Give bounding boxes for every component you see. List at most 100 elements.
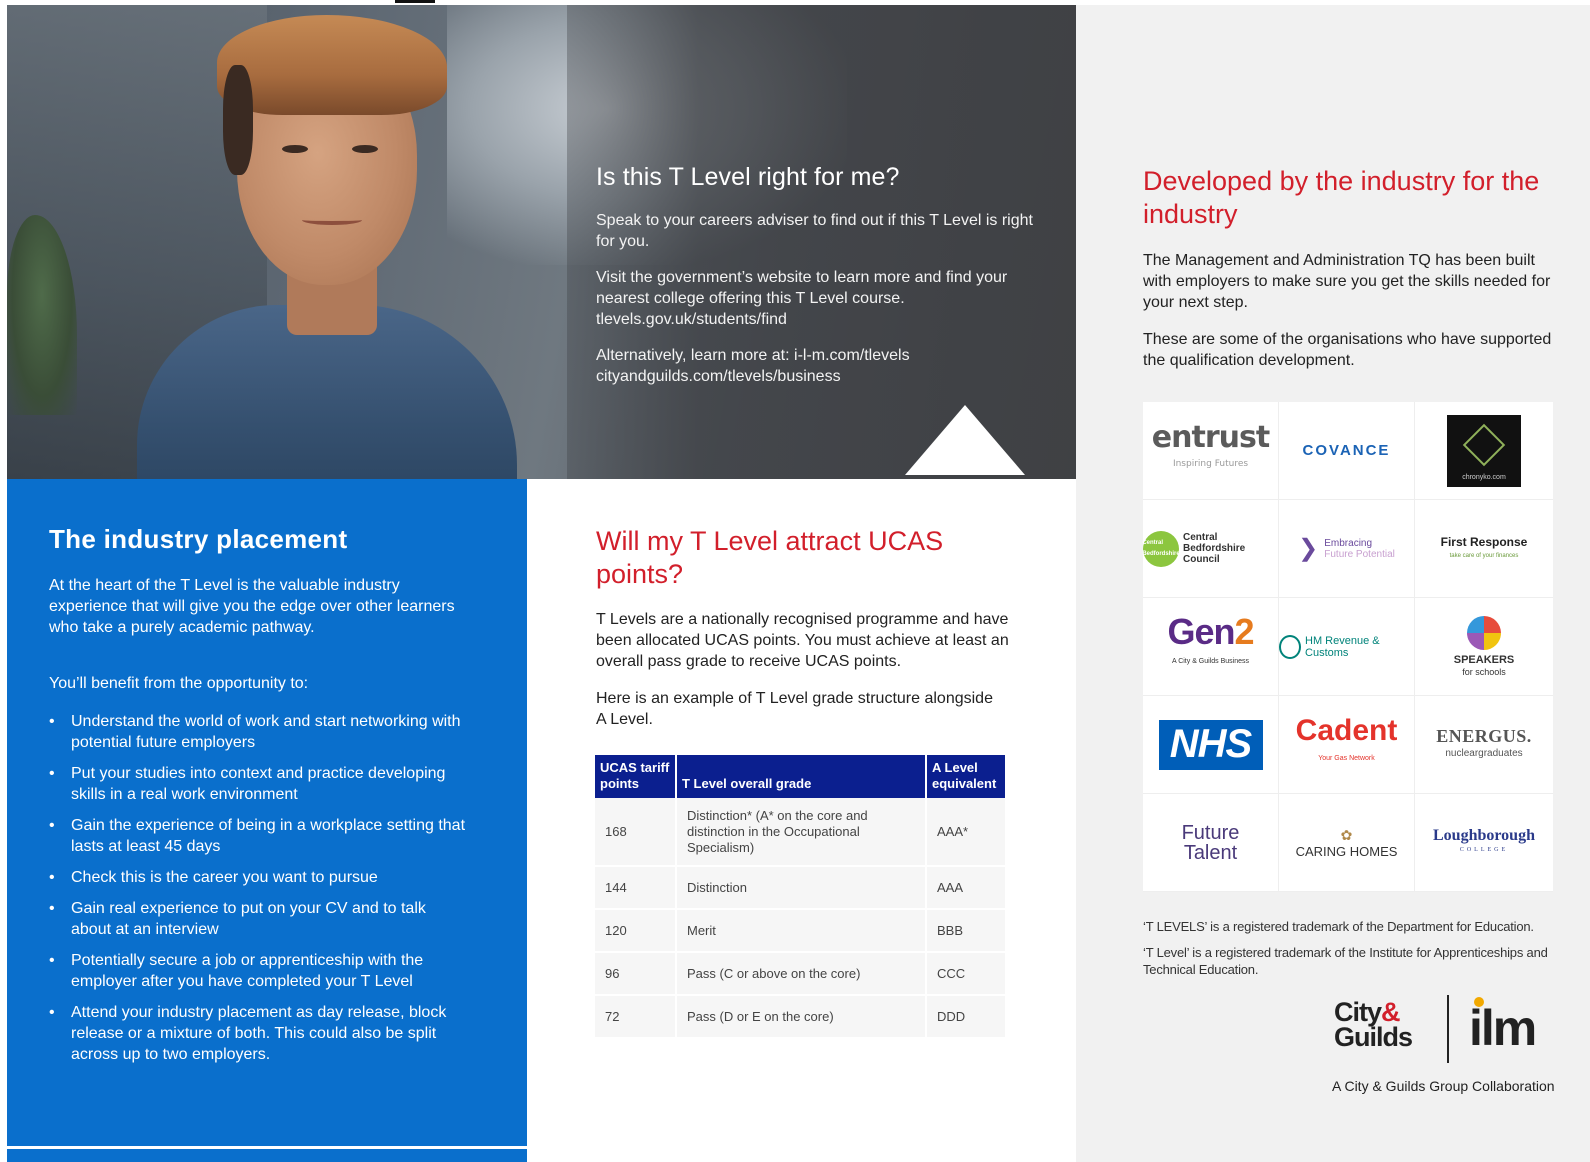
gen2-tagline: A City & Guilds Business bbox=[1171, 657, 1249, 665]
trademark-notes: ‘T LEVELS’ is a registered trademark of … bbox=[1143, 918, 1553, 987]
speakers-tagline: for schools bbox=[1462, 666, 1506, 677]
is-this-right-heading: Is this T Level right for me? bbox=[596, 163, 900, 191]
cell-alevel-equivalent: AAA* bbox=[926, 798, 1005, 867]
list-item-text: Check this is the career you want to pur… bbox=[71, 869, 378, 886]
logo-embracing-future-potential: ❯ Embracing Future Potential bbox=[1279, 500, 1415, 598]
future-talent-wordmark: Future Talent bbox=[1181, 821, 1240, 864]
list-item: • Check this is the career you want to pu… bbox=[49, 867, 469, 888]
list-item-text: Gain real experience to put on your CV a… bbox=[71, 900, 426, 938]
list-item-text: Understand the world of work and start n… bbox=[71, 713, 461, 751]
cadent-wordmark: Cadent bbox=[1295, 713, 1398, 747]
placement-heading: The industry placement bbox=[49, 524, 348, 554]
ilm-logo: ilm bbox=[1469, 1000, 1537, 1056]
cell-alevel-equivalent: BBB bbox=[926, 909, 1005, 953]
table-row: 144 Distinction AAA bbox=[595, 866, 1005, 910]
bullet-icon: • bbox=[49, 952, 55, 969]
learn-more-paragraph: Alternatively, learn more at: i-l-m.com/… bbox=[596, 347, 910, 385]
hmrc-wordmark: HM Revenue & Customs bbox=[1305, 634, 1380, 659]
cell-alevel-equivalent: CCC bbox=[926, 952, 1005, 996]
table-row: 96 Pass (C or above on the core) CCC bbox=[595, 952, 1005, 996]
logo-energus: ENERGUS. nucleargraduates bbox=[1415, 696, 1553, 794]
government-website-paragraph: Visit the government’s website to learn … bbox=[596, 269, 1008, 328]
crown-crest-icon bbox=[1279, 634, 1302, 659]
list-item-text: Attend your industry placement as day re… bbox=[71, 1004, 447, 1063]
ucas-section: Will my T Level attract UCAS points? T L… bbox=[527, 479, 1076, 1162]
logo-entrust: entrust Inspiring Futures bbox=[1143, 402, 1279, 500]
gen2-wordmark-2: 2 bbox=[1234, 610, 1254, 652]
cell-tlevel-grade: Distinction bbox=[676, 866, 927, 910]
logo-covance: COVANCE bbox=[1279, 402, 1415, 500]
cell-alevel-equivalent: AAA bbox=[926, 866, 1005, 910]
bullet-icon: • bbox=[49, 713, 55, 730]
industry-column: Developed by the industry for the indust… bbox=[1076, 5, 1590, 1162]
portrait-eye-left bbox=[282, 145, 308, 153]
placement-benefit-list: • Understand the world of work and start … bbox=[49, 711, 469, 1075]
industry-placement-panel: The industry placement At the heart of t… bbox=[7, 479, 527, 1162]
logo-caring-homes: ✿ CARING HOMES bbox=[1279, 794, 1415, 892]
logo-central-bedfordshire: Central Bedfordshire Central Bedfordshire… bbox=[1142, 500, 1279, 598]
industry-paragraph-1: The Management and Administration TQ has… bbox=[1143, 252, 1551, 311]
table-header-row: UCAS tariff points T Level overall grade… bbox=[595, 755, 1005, 798]
column-header-alevel-equivalent: A Level equivalent bbox=[926, 755, 1005, 798]
list-item: • Gain real experience to put on your CV … bbox=[49, 898, 469, 940]
industry-heading: Developed by the industry for the indust… bbox=[1143, 166, 1540, 229]
logo-loughborough-college: Loughborough COLLEGE bbox=[1415, 794, 1553, 892]
portrait-hair-side bbox=[223, 65, 253, 175]
page-bottom-edge bbox=[7, 1146, 1076, 1149]
placement-lead: At the heart of the T Level is the valua… bbox=[49, 577, 455, 636]
ucas-heading: Will my T Level attract UCAS points? bbox=[596, 526, 944, 589]
nhs-wordmark: NHS bbox=[1158, 719, 1263, 770]
speakers-mark-icon bbox=[1467, 615, 1501, 650]
table-row: 72 Pass (D or E on the core) DDD bbox=[595, 995, 1005, 1039]
trademark-note-tlevels: ‘T LEVELS’ is a registered trademark of … bbox=[1143, 919, 1534, 934]
column-header-ucas-points: UCAS tariff points bbox=[595, 755, 677, 798]
bullet-icon: • bbox=[49, 1004, 55, 1021]
logo-chronyko: chronyko.com bbox=[1415, 402, 1553, 500]
cell-tlevel-grade: Distinction* (A* on the core and distinc… bbox=[676, 798, 927, 867]
loughborough-tagline: COLLEGE bbox=[1459, 846, 1509, 853]
bullet-icon: • bbox=[49, 817, 55, 834]
list-item: • Attend your industry placement as day r… bbox=[49, 1002, 469, 1065]
list-item: • Potentially secure a job or apprentices… bbox=[49, 950, 469, 992]
cell-ucas-points: 96 bbox=[595, 952, 677, 996]
list-item-text: Put your studies into context and practi… bbox=[71, 765, 446, 803]
bullet-icon: • bbox=[49, 869, 55, 886]
speakers-wordmark: SPEAKERS bbox=[1453, 653, 1515, 666]
entrust-wordmark: entrust bbox=[1151, 419, 1270, 455]
logo-cadent: Cadent Your Gas Network bbox=[1279, 696, 1415, 794]
ucas-paragraph-2: Here is an example of T Level grade stru… bbox=[596, 690, 993, 728]
portrait-smile bbox=[302, 215, 362, 225]
student-portrait bbox=[117, 5, 527, 479]
table-row: 168 Distinction* (A* on the core and dis… bbox=[595, 798, 1005, 867]
cbc-badge-icon: Central Bedfordshire bbox=[1142, 530, 1180, 567]
column-header-tlevel-grade: T Level overall grade bbox=[676, 755, 927, 798]
logo-divider bbox=[1447, 995, 1449, 1063]
list-item: • Gain the experience of being in a workp… bbox=[49, 815, 469, 857]
gen2-wordmark-gen: Gen bbox=[1167, 610, 1235, 652]
bullet-icon: • bbox=[49, 765, 55, 782]
flower-icon: ✿ bbox=[1340, 826, 1353, 843]
cube-icon bbox=[1462, 423, 1506, 466]
group-collaboration-caption: A City & Guilds Group Collaboration bbox=[1332, 1078, 1555, 1094]
embracing-line-2: Future Potential bbox=[1324, 548, 1395, 560]
first-response-tagline: take care of your finances bbox=[1449, 552, 1519, 559]
ucas-paragraph-1: T Levels are a nationally recognised pro… bbox=[596, 611, 1009, 670]
cell-alevel-equivalent: DDD bbox=[926, 995, 1005, 1039]
logo-gen2: Gen2 A City & Guilds Business bbox=[1143, 598, 1279, 696]
energus-wordmark: ENERGUS. bbox=[1436, 725, 1532, 746]
portrait-eye-right bbox=[352, 145, 378, 153]
industry-intro: The Management and Administration TQ has… bbox=[1143, 250, 1563, 387]
city-guilds-guilds: Guilds bbox=[1334, 1022, 1413, 1052]
careers-adviser-paragraph: Speak to your careers adviser to find ou… bbox=[596, 212, 1033, 250]
cell-ucas-points: 120 bbox=[595, 909, 677, 953]
cell-tlevel-grade: Pass (C or above on the core) bbox=[676, 952, 927, 996]
photo-notch-arrow bbox=[905, 405, 1025, 475]
covance-wordmark: COVANCE bbox=[1302, 442, 1391, 459]
embracing-line-1: Embracing bbox=[1324, 537, 1373, 549]
chevron-mark-icon: ❯ bbox=[1298, 535, 1319, 562]
city-guilds-logo: City& Guilds bbox=[1334, 999, 1413, 1052]
cell-tlevel-grade: Pass (D or E on the core) bbox=[676, 995, 927, 1039]
placement-benefit-intro: You’ll benefit from the opportunity to: bbox=[49, 675, 309, 692]
first-response-wordmark: First Response bbox=[1440, 534, 1528, 549]
logo-future-talent: Future Talent bbox=[1143, 794, 1279, 892]
